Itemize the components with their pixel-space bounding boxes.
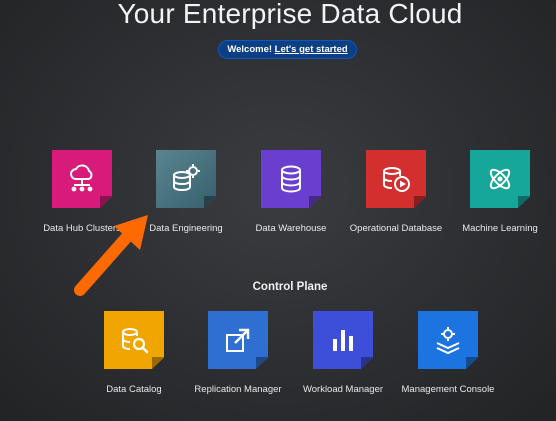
replicate-arrows-icon (226, 328, 250, 352)
page-title: Your Enterprise Data Cloud (117, 0, 463, 29)
gear-layers-icon (436, 327, 460, 355)
tile-workload-manager[interactable] (313, 311, 373, 369)
tile-replication-manager[interactable] (208, 311, 268, 369)
welcome-banner: Welcome! Let's get started (218, 40, 357, 59)
tile-label: Operational Database (349, 223, 443, 234)
tile-label: Management Console (401, 384, 495, 395)
get-started-link[interactable]: Let's get started (275, 44, 348, 55)
tile-operational-database[interactable] (366, 150, 426, 208)
tile-machine-learning[interactable] (470, 150, 530, 208)
welcome-text: Welcome! (227, 44, 273, 55)
tile-label: Workload Manager (302, 384, 384, 395)
tile-data-catalog[interactable] (104, 311, 164, 369)
database-gear-icon (173, 164, 200, 192)
bar-chart-icon (333, 330, 353, 351)
catalog-search-icon (122, 328, 149, 354)
database-stack-icon (281, 165, 301, 193)
tile-data-engineering[interactable] (156, 150, 216, 208)
tile-label: Data Catalog (106, 384, 162, 395)
tile-label: Replication Manager (194, 384, 282, 395)
tile-label: Data Warehouse (255, 223, 327, 234)
tile-label: Machine Learning (462, 223, 538, 234)
tile-management-console[interactable] (418, 311, 478, 369)
database-play-icon (383, 167, 410, 192)
atom-icon (489, 168, 511, 190)
tile-data-hub-clusters[interactable] (52, 150, 112, 208)
tile-data-warehouse[interactable] (261, 150, 321, 208)
control-plane-heading: Control Plane (252, 281, 328, 293)
cloud-network-icon (70, 164, 93, 192)
